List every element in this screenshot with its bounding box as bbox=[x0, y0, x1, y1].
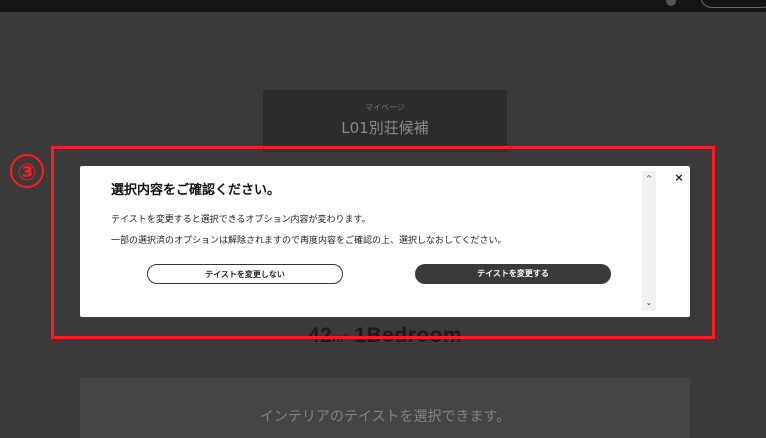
annotation-highlight-box bbox=[51, 146, 715, 339]
mypage-card: マイページ L01別荘候補 bbox=[263, 90, 507, 152]
annotation-step-number: ③ bbox=[10, 154, 44, 188]
header-pill-button[interactable] bbox=[700, 0, 766, 8]
top-header-bar bbox=[0, 0, 766, 12]
mypage-label: マイページ bbox=[365, 103, 405, 112]
plan-title: L01別荘候補 bbox=[341, 119, 429, 137]
interior-taste-prompt: インテリアのテイストを選択できます。 bbox=[259, 409, 511, 425]
interior-taste-card: インテリアのテイストを選択できます。 bbox=[80, 378, 690, 438]
